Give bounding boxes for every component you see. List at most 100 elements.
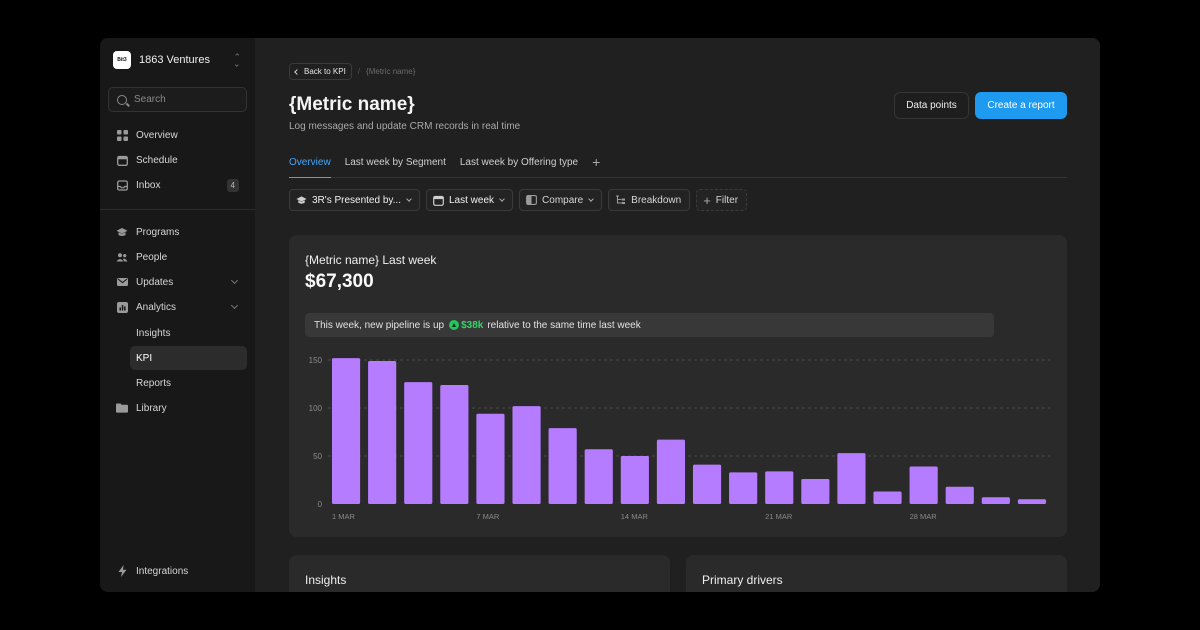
chart-bar[interactable] bbox=[404, 382, 433, 504]
chart-bar[interactable] bbox=[368, 360, 397, 504]
tab-bar: Overview Last week by Segment Last week … bbox=[289, 155, 1067, 178]
chart-bar[interactable] bbox=[765, 471, 794, 504]
sidebar-subitem-reports[interactable]: Reports bbox=[130, 371, 247, 395]
tab-last-week-by-offering-type[interactable]: Last week by Offering type bbox=[460, 155, 578, 178]
sidebar-item-overview[interactable]: Overview bbox=[108, 123, 247, 147]
sidebar-divider bbox=[100, 209, 255, 210]
insights-card-title: Insights bbox=[305, 573, 347, 587]
chart-icon bbox=[116, 301, 128, 313]
chevron-down-icon bbox=[588, 195, 595, 202]
chart-bar[interactable] bbox=[476, 413, 505, 504]
y-tick-label: 100 bbox=[309, 404, 323, 413]
compare-dropdown[interactable]: Compare bbox=[519, 189, 603, 211]
mail-icon bbox=[116, 276, 128, 288]
insights-card: Insights bbox=[289, 555, 670, 592]
sidebar-item-label: Library bbox=[136, 402, 167, 414]
create-report-button[interactable]: Create a report bbox=[975, 92, 1067, 119]
segment-dropdown[interactable]: 3R's Presented by... bbox=[289, 189, 420, 211]
chart-bar[interactable] bbox=[837, 453, 866, 504]
org-switcher[interactable]: Bit3 1863 Ventures ⌃ ⌃ bbox=[113, 51, 241, 69]
chart-bar[interactable] bbox=[945, 486, 974, 504]
filter-label: Filter bbox=[715, 194, 739, 206]
sidebar-item-analytics[interactable]: Analytics bbox=[108, 295, 247, 319]
grid-icon bbox=[116, 129, 128, 141]
sidebar-item-label: Analytics bbox=[136, 301, 177, 313]
breakdown-button[interactable]: Breakdown bbox=[608, 189, 691, 211]
chevron-updown-icon: ⌃ ⌃ bbox=[233, 52, 241, 69]
primary-drivers-card: Primary drivers bbox=[686, 555, 1067, 592]
x-tick-label: 21 MAR bbox=[765, 512, 793, 521]
plus-icon: + bbox=[703, 192, 711, 208]
chart-bar[interactable] bbox=[331, 358, 361, 504]
y-tick-label: 50 bbox=[313, 452, 322, 461]
page-subtitle: Log messages and update CRM records in r… bbox=[289, 121, 521, 132]
tab-overview[interactable]: Overview bbox=[289, 155, 331, 178]
main-content: Back to KPI / {Metric name} {Metric name… bbox=[255, 38, 1100, 592]
search-input[interactable]: Search bbox=[108, 87, 247, 112]
chart-bar[interactable] bbox=[584, 449, 613, 504]
sidebar-item-people[interactable]: People bbox=[108, 245, 247, 269]
back-label: Back to KPI bbox=[304, 67, 346, 76]
chart-bar[interactable] bbox=[656, 439, 686, 504]
page-title: {Metric name} bbox=[289, 94, 415, 115]
inbox-count-badge: 4 bbox=[226, 178, 239, 192]
chart-bar[interactable] bbox=[440, 384, 469, 504]
chart-bar[interactable] bbox=[512, 406, 541, 504]
calendar-icon bbox=[433, 195, 444, 206]
bar-chart: 0 50 100 150 1 MAR 7 MAR 14 MAR 21 MAR 28 MAR bbox=[309, 356, 1050, 521]
chart-bar[interactable] bbox=[620, 456, 649, 504]
breakdown-label: Breakdown bbox=[631, 194, 682, 206]
period-dropdown[interactable]: Last week bbox=[426, 189, 514, 211]
period-dropdown-label: Last week bbox=[449, 194, 495, 206]
sidebar-item-schedule[interactable]: Schedule bbox=[108, 148, 247, 172]
sidebar-item-library[interactable]: Library bbox=[108, 396, 247, 420]
breadcrumb-separator: / bbox=[357, 67, 361, 76]
calendar-icon bbox=[116, 154, 128, 166]
chart-bar[interactable] bbox=[692, 464, 722, 504]
breakdown-icon bbox=[615, 195, 626, 206]
back-button[interactable]: Back to KPI bbox=[289, 63, 352, 80]
search-placeholder: Search bbox=[134, 94, 166, 105]
chart-bar[interactable] bbox=[873, 491, 902, 504]
sidebar-subitem-kpi[interactable]: KPI bbox=[130, 346, 247, 370]
filter-button[interactable]: + Filter bbox=[696, 189, 748, 211]
sidebar-item-programs[interactable]: Programs bbox=[108, 220, 247, 244]
data-points-button[interactable]: Data points bbox=[894, 92, 969, 119]
sidebar-item-label: People bbox=[136, 251, 168, 263]
sidebar: Bit3 1863 Ventures ⌃ ⌃ Search Overview Sc… bbox=[100, 38, 255, 592]
inbox-icon bbox=[116, 179, 128, 191]
sidebar-item-inbox[interactable]: Inbox 4 bbox=[108, 173, 247, 197]
sidebar-subitem-insights[interactable]: Insights bbox=[130, 321, 247, 345]
sidebar-item-label: Reports bbox=[136, 377, 172, 389]
chart-bar[interactable] bbox=[801, 479, 830, 504]
breadcrumb-current: {Metric name} bbox=[366, 67, 416, 76]
add-tab-plus-icon[interactable]: + bbox=[592, 155, 600, 178]
sidebar-item-label: Inbox bbox=[136, 179, 161, 191]
breadcrumb: Back to KPI / {Metric name} bbox=[289, 63, 415, 80]
sidebar-item-label: Integrations bbox=[136, 565, 189, 577]
chart-bar[interactable] bbox=[1017, 499, 1047, 504]
tab-last-week-by-segment[interactable]: Last week by Segment bbox=[345, 155, 446, 178]
sidebar-item-label: Schedule bbox=[136, 154, 178, 166]
org-name: 1863 Ventures bbox=[139, 54, 210, 66]
chevron-down-icon bbox=[406, 195, 412, 202]
chevron-down-icon bbox=[499, 195, 505, 202]
y-tick-label: 0 bbox=[318, 500, 323, 509]
bolt-icon bbox=[116, 565, 128, 577]
y-tick-label: 150 bbox=[309, 356, 323, 365]
sidebar-item-label: Updates bbox=[136, 276, 174, 288]
chart-bar[interactable] bbox=[729, 472, 758, 504]
chart-bar[interactable] bbox=[548, 428, 577, 504]
chart-bar[interactable] bbox=[909, 466, 938, 504]
x-tick-label: 7 MAR bbox=[476, 512, 500, 521]
sidebar-item-label: Insights bbox=[136, 327, 171, 339]
people-icon bbox=[116, 251, 128, 263]
x-tick-label: 1 MAR bbox=[332, 512, 356, 521]
compare-dropdown-label: Compare bbox=[542, 194, 584, 206]
graduation-cap-icon bbox=[296, 195, 307, 206]
sidebar-item-integrations[interactable]: Integrations bbox=[108, 559, 247, 583]
org-logo: Bit3 bbox=[113, 51, 131, 69]
chevron-down-icon bbox=[230, 301, 239, 310]
chart-bar[interactable] bbox=[981, 497, 1010, 504]
sidebar-item-updates[interactable]: Updates bbox=[108, 270, 247, 294]
